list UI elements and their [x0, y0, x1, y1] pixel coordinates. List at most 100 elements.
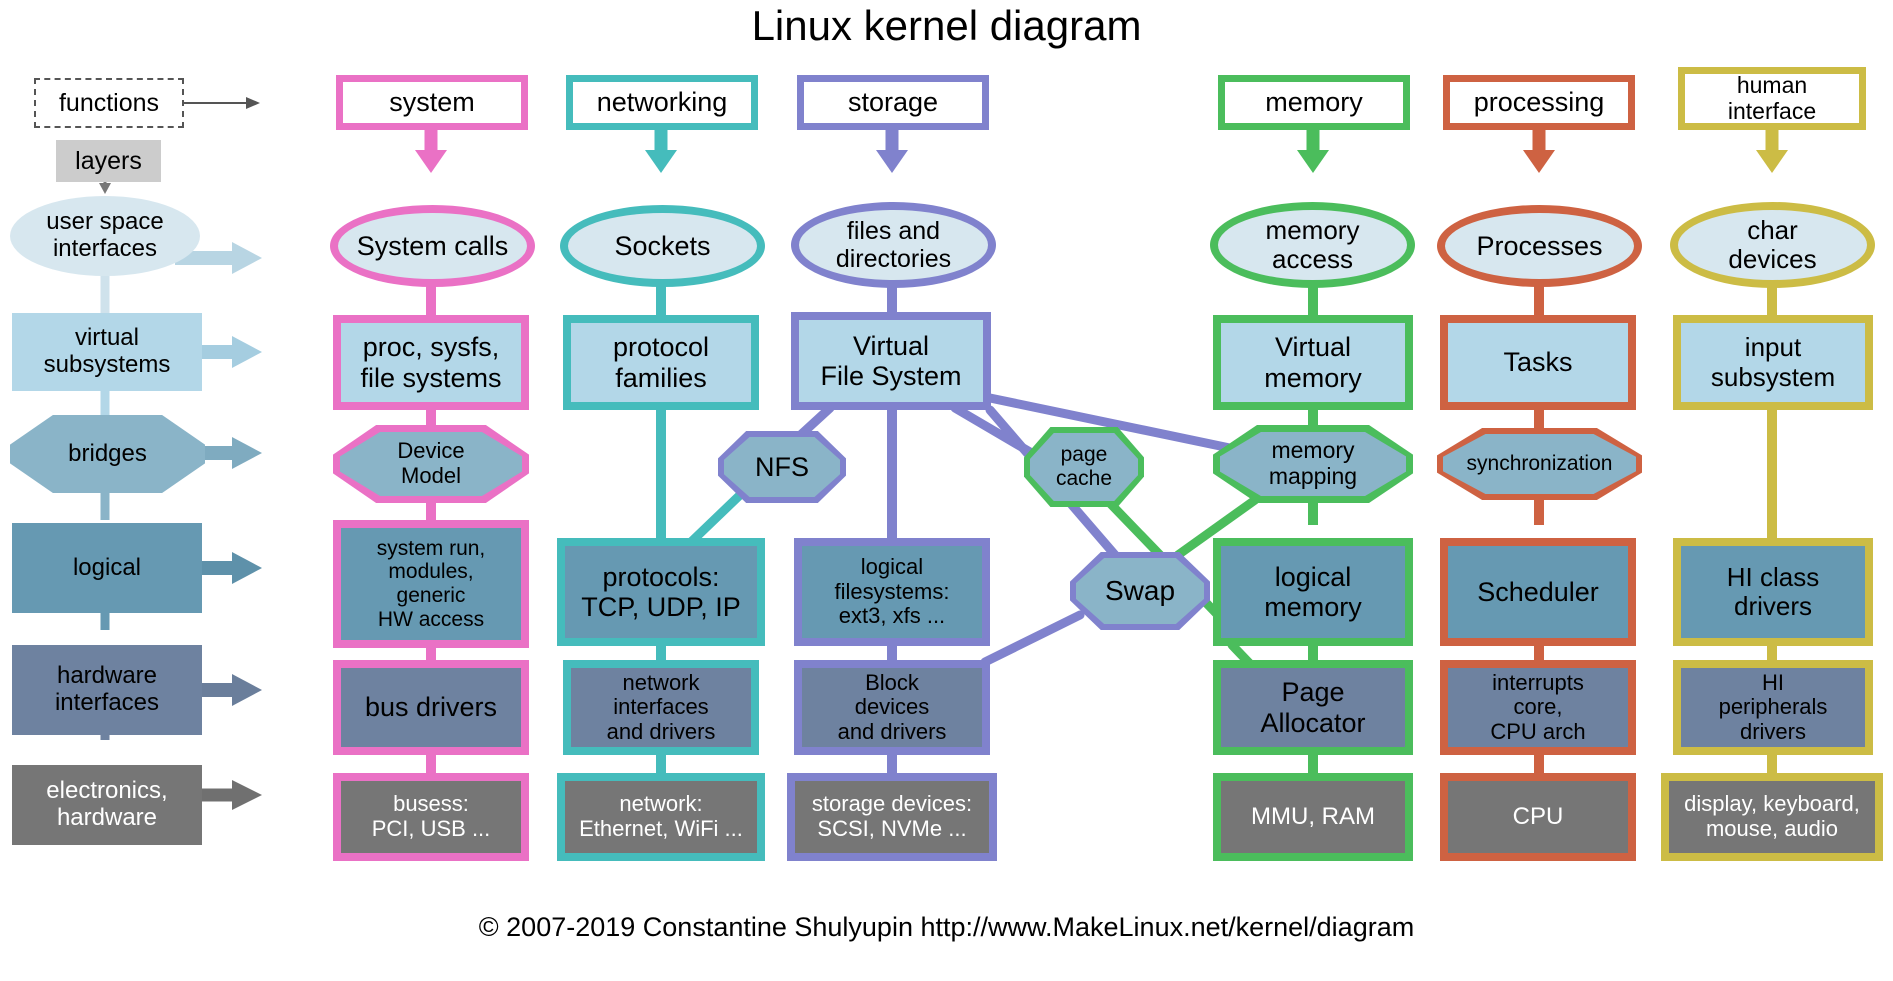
node-label: page cache	[1055, 443, 1113, 490]
node-memory-mapping[interactable]: memory mapping	[1213, 425, 1413, 503]
node-label: display, keyboard, mouse, audio	[1684, 791, 1860, 841]
node-label: logical filesystems: ext3, xfs ...	[834, 554, 950, 629]
node-nfs[interactable]: NFS	[718, 431, 846, 503]
node-processes[interactable]: Processes	[1437, 205, 1642, 287]
node-virtual-memory[interactable]: Virtual memory	[1213, 315, 1413, 410]
node-device-model-inner: Device Model	[340, 432, 522, 496]
node-mmu-ram[interactable]: MMU, RAM	[1213, 773, 1413, 861]
node-protocol-families[interactable]: protocol families	[563, 315, 759, 410]
layer-label: electronics, hardware	[46, 777, 168, 831]
node-label: Block devices and drivers	[837, 669, 947, 744]
column-header-processing[interactable]: processing	[1443, 75, 1635, 130]
column-header-system[interactable]: system	[336, 75, 528, 130]
column-header-label: networking	[596, 87, 728, 118]
node-synchronization[interactable]: synchronization	[1437, 428, 1642, 500]
node-label: proc, sysfs, file systems	[360, 332, 502, 393]
header-arrow-processing	[1523, 128, 1555, 173]
node-proc-sysfs[interactable]: proc, sysfs, file systems	[333, 315, 529, 410]
layer-label: hardware interfaces	[54, 662, 160, 716]
node-label: Virtual memory	[1264, 332, 1362, 393]
node-swap-inner: Swap	[1076, 558, 1204, 624]
node-hi-hardware[interactable]: display, keyboard, mouse, audio	[1661, 773, 1883, 861]
node-tasks[interactable]: Tasks	[1440, 315, 1636, 410]
column-header-arrows	[415, 128, 1788, 173]
node-bus-drivers[interactable]: bus drivers	[333, 660, 529, 755]
node-page-allocator[interactable]: Page Allocator	[1213, 660, 1413, 755]
node-scheduler[interactable]: Scheduler	[1440, 538, 1636, 646]
legend-layers-box: layers	[56, 140, 161, 182]
node-hi-peripherals[interactable]: HI peripherals drivers	[1673, 660, 1873, 755]
node-label: busess: PCI, USB ...	[371, 791, 491, 841]
copyright-footer: © 2007-2019 Constantine Shulyupin http:/…	[478, 912, 1415, 942]
node-protocols[interactable]: protocols: TCP, UDP, IP	[557, 538, 765, 646]
node-cpu[interactable]: CPU	[1440, 773, 1636, 861]
layer-electronics-hardware: electronics, hardware	[12, 765, 202, 845]
node-label: logical memory	[1264, 561, 1362, 622]
node-label: HI class drivers	[1726, 561, 1820, 621]
node-label: network: Ethernet, WiFi ...	[579, 791, 743, 841]
node-label: Device Model	[397, 438, 465, 488]
node-logical-memory[interactable]: logical memory	[1213, 538, 1413, 646]
node-char-devices[interactable]: char devices	[1670, 202, 1875, 288]
link-vfs-pagecache	[950, 403, 1035, 457]
layer-label: bridges	[68, 439, 147, 467]
node-label: Swap	[1104, 575, 1176, 607]
node-label: files and directories	[835, 217, 952, 273]
column-header-networking[interactable]: networking	[566, 75, 758, 130]
node-label: Virtual File System	[820, 330, 962, 391]
node-label: memory access	[1265, 214, 1360, 274]
node-network-devices[interactable]: network: Ethernet, WiFi ...	[557, 773, 765, 861]
page-title: Linux kernel diagram	[751, 2, 1142, 49]
node-label: bus drivers	[364, 692, 498, 723]
layer-label: logical	[72, 553, 142, 581]
layer-bridges: bridges	[10, 415, 205, 493]
layer-logical: logical	[12, 523, 202, 613]
node-logical-filesystems[interactable]: logical filesystems: ext3, xfs ...	[794, 538, 990, 646]
node-page-cache-inner: page cache	[1030, 433, 1138, 501]
node-swap[interactable]: Swap	[1070, 552, 1210, 630]
node-synchronization-inner: synchronization	[1443, 434, 1636, 494]
link-swap-block	[980, 610, 1085, 667]
column-header-label: human interface	[1727, 71, 1817, 124]
node-page-cache[interactable]: page cache	[1024, 427, 1144, 507]
node-label: System calls	[356, 230, 509, 261]
node-system-calls[interactable]: System calls	[330, 205, 535, 287]
node-nfs-inner: NFS	[724, 437, 840, 497]
node-busess[interactable]: busess: PCI, USB ...	[333, 773, 529, 861]
legend-functions-label: functions	[58, 89, 160, 117]
node-hi-class-drivers[interactable]: HI class drivers	[1673, 538, 1873, 646]
legend-functions-box: functions	[34, 78, 184, 128]
header-arrow-system	[415, 128, 447, 173]
layer-virtual-subsystems: virtual subsystems	[12, 313, 202, 391]
node-input-subsystem[interactable]: input subsystem	[1673, 315, 1873, 410]
node-sockets[interactable]: Sockets	[560, 205, 765, 287]
node-device-model[interactable]: Device Model	[333, 425, 529, 503]
node-storage-devices[interactable]: storage devices: SCSI, NVMe ...	[787, 773, 997, 861]
node-label: network interfaces and drivers	[606, 669, 716, 744]
column-header-storage[interactable]: storage	[797, 75, 989, 130]
node-label: Page Allocator	[1260, 677, 1366, 738]
node-label: Processes	[1476, 230, 1603, 261]
node-files-and-directories[interactable]: files and directories	[791, 202, 996, 288]
node-block-devices[interactable]: Block devices and drivers	[794, 660, 990, 755]
node-label: input subsystem	[1710, 332, 1836, 392]
node-network-interfaces[interactable]: network interfaces and drivers	[563, 660, 759, 755]
node-label: char devices	[1728, 214, 1817, 274]
column-header-label: processing	[1473, 87, 1605, 118]
column-header-human-interface[interactable]: human interface	[1678, 67, 1866, 130]
column-header-memory[interactable]: memory	[1218, 75, 1410, 130]
header-arrow-memory	[1297, 128, 1329, 173]
node-interrupts-core[interactable]: interrupts core, CPU arch	[1440, 660, 1636, 755]
node-label: synchronization	[1466, 452, 1613, 476]
diagram-canvas: Linux kernel diagram functions layers us…	[0, 0, 1893, 981]
column-header-label: memory	[1265, 87, 1363, 118]
node-virtual-file-system[interactable]: Virtual File System	[791, 312, 991, 410]
node-system-run[interactable]: system run, modules, generic HW access	[333, 520, 529, 648]
header-arrow-storage	[876, 128, 908, 173]
node-label: Sockets	[614, 230, 711, 261]
column-header-label: system	[389, 87, 475, 118]
node-label: NFS	[755, 451, 809, 482]
node-label: interrupts core, CPU arch	[1490, 669, 1586, 744]
node-memory-access[interactable]: memory access	[1210, 202, 1415, 288]
node-label: protocol families	[612, 332, 710, 393]
